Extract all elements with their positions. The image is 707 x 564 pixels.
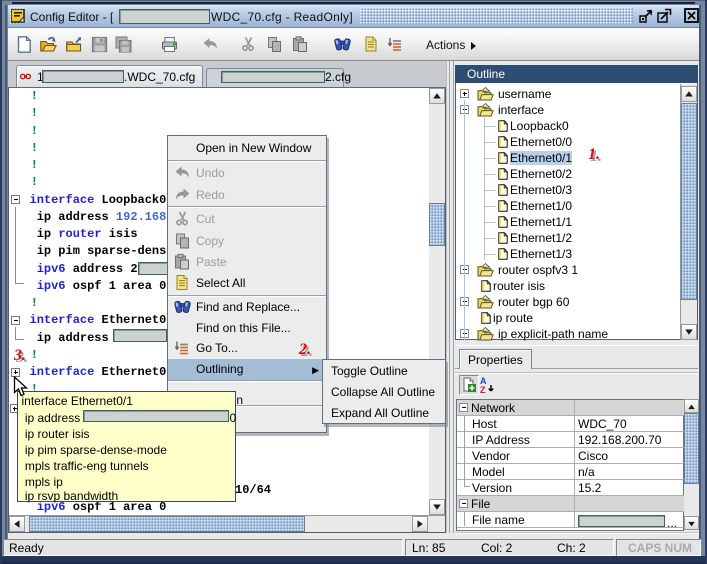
svg-text:Z: Z <box>480 385 486 394</box>
